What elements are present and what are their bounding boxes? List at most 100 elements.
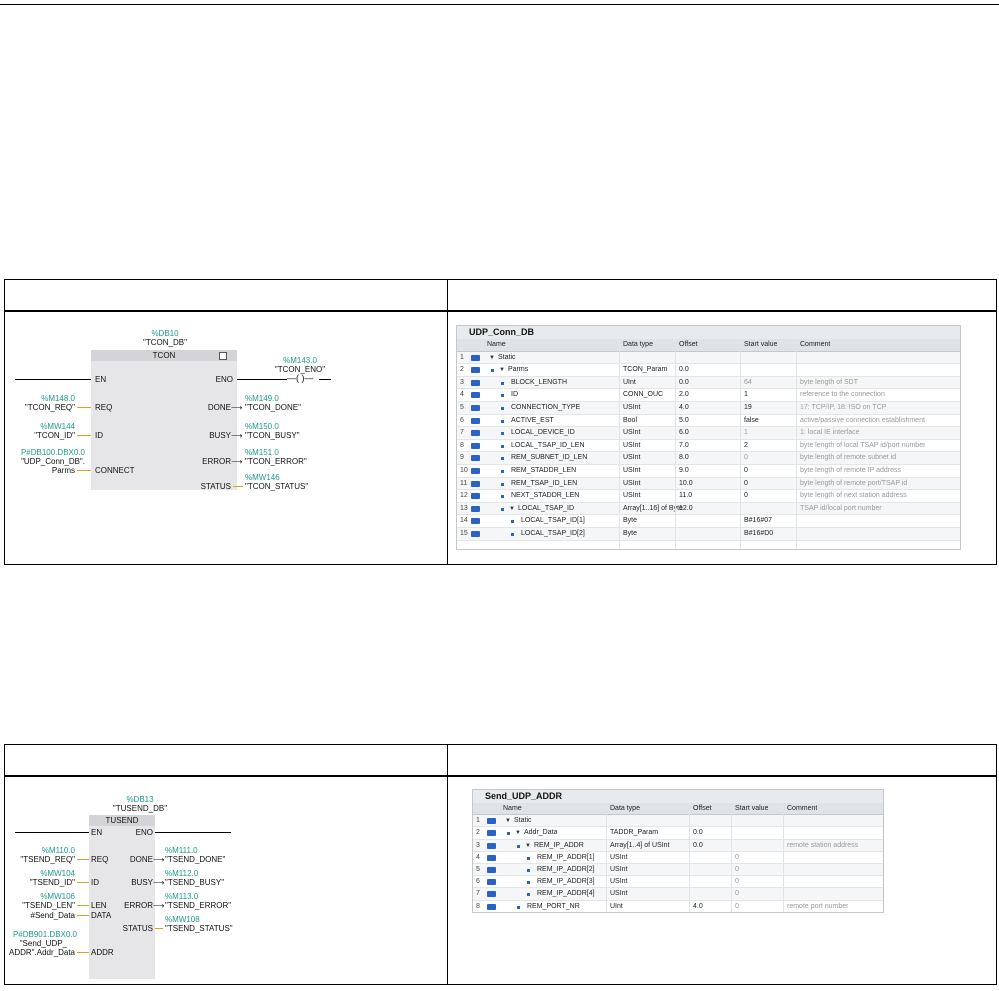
table-row[interactable]: 5 CONNECTION_TYPE USInt 4.0 19 17: TCP/IP, 18… bbox=[457, 402, 960, 415]
cell-start[interactable]: 0 bbox=[744, 490, 748, 503]
cell-name[interactable]: BLOCK_LENGTH bbox=[511, 377, 567, 390]
cell-comment[interactable]: byte length of remote port/TSAP id bbox=[800, 478, 907, 491]
expand-triangle-icon[interactable]: ▼ bbox=[515, 827, 521, 839]
db-column-header[interactable]: Start value bbox=[735, 803, 768, 815]
cell-offset[interactable]: 0.0 bbox=[693, 840, 703, 852]
cell-name[interactable]: Static bbox=[498, 352, 516, 365]
cell-start[interactable]: 2 bbox=[744, 440, 748, 453]
cell-start[interactable]: 0 bbox=[735, 876, 739, 888]
table-row[interactable]: 8 LOCAL_TSAP_ID_LEN USInt 7.0 2 byte length o… bbox=[457, 440, 960, 453]
table-row[interactable]: 8 REM_PORT_NR UInt 4.0 0 remote port number bbox=[473, 901, 883, 912]
cell-offset[interactable]: 6.0 bbox=[679, 427, 689, 440]
cell-name[interactable]: REM_PORT_NR bbox=[527, 901, 580, 912]
table-row[interactable]: 3 ▼ REM_IP_ADDR Array[1..4] of USInt 0.0 remo… bbox=[473, 839, 883, 852]
cell-name[interactable]: LOCAL_DEVICE_ID bbox=[511, 427, 575, 440]
cell-comment[interactable]: 1: local IE interface bbox=[800, 427, 860, 440]
cell-type[interactable]: USInt bbox=[610, 852, 628, 864]
db-column-header[interactable]: Comment bbox=[787, 803, 817, 815]
cell-comment[interactable]: byte length of local TSAP id/port number bbox=[800, 440, 925, 453]
cell-type[interactable]: USInt bbox=[623, 452, 641, 465]
table-row[interactable]: 6 ACTIVE_EST Bool 5.0 false active/passive co… bbox=[457, 415, 960, 428]
cell-comment[interactable]: remote station address bbox=[787, 840, 858, 852]
tcon-block-menu-icon[interactable] bbox=[219, 352, 227, 360]
table-row[interactable]: 1 ▼ Static bbox=[473, 815, 883, 828]
cell-comment[interactable]: 17: TCP/IP, 18: ISO on TCP bbox=[800, 402, 886, 415]
table-row[interactable]: 7 LOCAL_DEVICE_ID USInt 6.0 1 1: local IE int… bbox=[457, 427, 960, 440]
cell-name[interactable]: Addr_Data bbox=[524, 827, 557, 839]
cell-type[interactable]: USInt bbox=[610, 876, 628, 888]
table-row[interactable]: 4 REM_IP_ADDR[1] USInt 0 bbox=[473, 852, 883, 864]
cell-start[interactable]: 0 bbox=[735, 852, 739, 864]
cell-start[interactable]: 0 bbox=[744, 465, 748, 478]
cell-type[interactable]: Byte bbox=[623, 528, 637, 541]
table-row[interactable]: 1 ▼ Static bbox=[457, 351, 960, 365]
cell-type[interactable]: USInt bbox=[610, 888, 628, 900]
table-row[interactable]: 4 ID CONN_OUC 2.0 1 reference to the connecti… bbox=[457, 389, 960, 402]
cell-name[interactable]: ACTIVE_EST bbox=[511, 415, 554, 428]
db-column-header[interactable]: Comment bbox=[800, 339, 830, 352]
db-column-header[interactable]: Offset bbox=[693, 803, 712, 815]
expand-triangle-icon[interactable]: ▼ bbox=[499, 364, 505, 377]
table-row[interactable]: 2 ▼ Parms TCON_Param 0.0 bbox=[457, 364, 960, 377]
cell-type[interactable]: USInt bbox=[610, 864, 628, 876]
cell-type[interactable]: USInt bbox=[623, 478, 641, 491]
expand-triangle-icon[interactable]: ▼ bbox=[525, 840, 531, 852]
expand-triangle-icon[interactable]: ▼ bbox=[505, 815, 511, 827]
table-row[interactable]: 6 REM_IP_ADDR[3] USInt 0 bbox=[473, 876, 883, 889]
cell-type[interactable]: USInt bbox=[623, 402, 641, 415]
cell-comment[interactable]: TSAP id/local port number bbox=[800, 503, 882, 516]
cell-start[interactable]: 1 bbox=[744, 427, 748, 440]
cell-type[interactable]: USInt bbox=[623, 465, 641, 478]
cell-comment[interactable]: remote port number bbox=[787, 901, 848, 912]
cell-offset[interactable]: 5.0 bbox=[679, 415, 689, 428]
cell-offset[interactable]: 10.0 bbox=[679, 478, 693, 491]
table-row[interactable]: 13 ▼ LOCAL_TSAP_ID Array[1..16] of Byte 12.0… bbox=[457, 502, 960, 516]
cell-start[interactable]: B#16#D0 bbox=[744, 528, 773, 541]
cell-name[interactable]: LOCAL_TSAP_ID bbox=[518, 503, 574, 516]
cell-name[interactable]: CONNECTION_TYPE bbox=[511, 402, 580, 415]
cell-type[interactable]: UInt bbox=[623, 377, 636, 390]
cell-type[interactable]: Byte bbox=[623, 515, 637, 528]
cell-offset[interactable]: 9.0 bbox=[679, 465, 689, 478]
cell-name[interactable]: Parms bbox=[508, 364, 528, 377]
db-column-header[interactable]: Offset bbox=[679, 339, 698, 352]
db-column-header[interactable]: Start value bbox=[744, 339, 777, 352]
cell-name[interactable]: Static bbox=[514, 815, 532, 827]
cell-name[interactable]: REM_TSAP_ID_LEN bbox=[511, 478, 577, 491]
cell-type[interactable]: Array[1..4] of USInt bbox=[610, 840, 670, 852]
cell-type[interactable]: Bool bbox=[623, 415, 637, 428]
cell-offset[interactable]: 0.0 bbox=[679, 377, 689, 390]
table-row[interactable]: 2 ▼ Addr_Data TADDR_Param 0.0 bbox=[473, 827, 883, 840]
cell-start[interactable]: 0 bbox=[735, 901, 739, 912]
cell-comment[interactable]: reference to the connection bbox=[800, 389, 885, 402]
cell-comment[interactable]: byte length of next station address bbox=[800, 490, 907, 503]
cell-offset[interactable]: 0.0 bbox=[679, 364, 689, 377]
cell-comment[interactable]: byte length of remote subnet id bbox=[800, 452, 896, 465]
cell-start[interactable]: 0 bbox=[744, 452, 748, 465]
table-row[interactable]: 12 NEXT_STADDR_LEN USInt 11.0 0 byte length o… bbox=[457, 490, 960, 503]
cell-name[interactable]: LOCAL_TSAP_ID[2] bbox=[521, 528, 585, 541]
table-row[interactable]: 15 LOCAL_TSAP_ID[2] Byte B#16#D0 bbox=[457, 528, 960, 541]
cell-name[interactable]: REM_IP_ADDR[4] bbox=[537, 888, 595, 900]
table-row[interactable]: 5 REM_IP_ADDR[2] USInt 0 bbox=[473, 864, 883, 877]
cell-offset[interactable]: 11.0 bbox=[679, 490, 692, 503]
cell-offset[interactable]: 0.0 bbox=[693, 827, 703, 839]
cell-offset[interactable]: 4.0 bbox=[679, 402, 689, 415]
cell-name[interactable]: LOCAL_TSAP_ID[1] bbox=[521, 515, 585, 528]
db-column-header[interactable]: Data type bbox=[610, 803, 640, 815]
cell-start[interactable]: 0 bbox=[744, 478, 748, 491]
cell-start[interactable]: 64 bbox=[744, 377, 752, 390]
udp-conn-db-table[interactable]: UDP_Conn_DB Name Data type Offset Start valu… bbox=[456, 325, 961, 550]
cell-start[interactable]: B#16#07 bbox=[744, 515, 772, 528]
cell-offset[interactable]: 7.0 bbox=[679, 440, 689, 453]
db-column-header[interactable]: Name bbox=[487, 339, 506, 352]
cell-offset[interactable]: 12.0 bbox=[679, 503, 693, 516]
cell-name[interactable]: REM_STADDR_LEN bbox=[511, 465, 576, 478]
cell-start[interactable]: 1 bbox=[744, 389, 748, 402]
cell-type[interactable]: TCON_Param bbox=[623, 364, 667, 377]
cell-name[interactable]: REM_IP_ADDR bbox=[534, 840, 584, 852]
cell-type[interactable]: USInt bbox=[623, 490, 641, 503]
cell-type[interactable]: CONN_OUC bbox=[623, 389, 663, 402]
table-row[interactable]: 14 LOCAL_TSAP_ID[1] Byte B#16#07 bbox=[457, 515, 960, 528]
cell-name[interactable]: NEXT_STADDR_LEN bbox=[511, 490, 579, 503]
